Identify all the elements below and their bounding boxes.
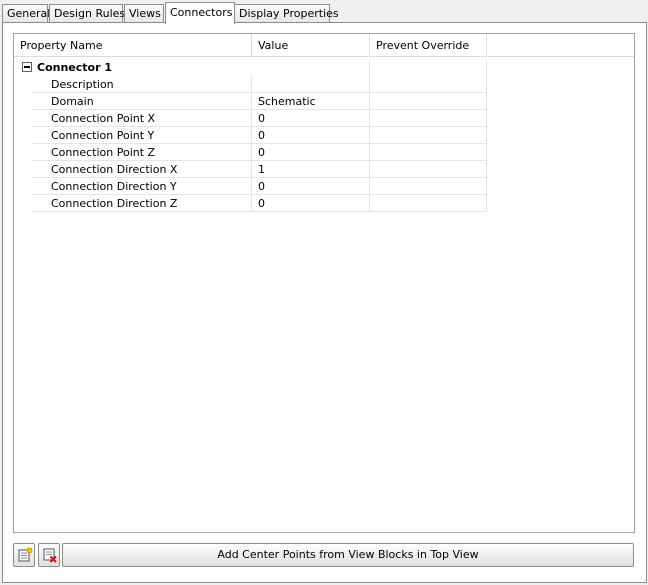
tab-label: General <box>7 7 51 20</box>
group-value-cell <box>252 59 370 76</box>
table-row[interactable]: Connection Point Z 0 <box>14 144 634 161</box>
tab-strip: General Design Rules Views Connectors Di… <box>2 2 646 24</box>
table-row[interactable]: Connection Point Y 0 <box>14 127 634 144</box>
property-grid: Property Name Value Prevent Override Con… <box>13 33 635 533</box>
property-value[interactable]: 0 <box>252 127 370 144</box>
tab-label: Views <box>129 7 161 20</box>
prevent-override-cell[interactable] <box>370 93 487 110</box>
group-prevent-cell <box>370 59 487 76</box>
prevent-override-cell[interactable] <box>370 161 487 178</box>
property-name: Connection Point X <box>32 110 252 127</box>
add-connector-icon <box>18 547 33 562</box>
group-label: Connector 1 <box>37 61 112 74</box>
property-name: Connection Point Y <box>32 127 252 144</box>
header-prevent-override[interactable]: Prevent Override <box>370 34 487 57</box>
property-value[interactable]: Schematic <box>252 93 370 110</box>
table-row[interactable]: Connection Direction Z 0 <box>14 195 634 212</box>
add-center-points-button[interactable]: Add Center Points from View Blocks in To… <box>62 543 634 567</box>
property-value[interactable]: 0 <box>252 178 370 195</box>
tab-general[interactable]: General <box>2 4 51 23</box>
tab-display-properties[interactable]: Display Properties <box>234 4 339 23</box>
tab-label: Connectors <box>170 6 233 19</box>
tab-views[interactable]: Views <box>124 4 164 23</box>
tab-label: Display Properties <box>239 7 339 20</box>
prevent-override-cell[interactable] <box>370 127 487 144</box>
collapse-icon[interactable] <box>22 62 32 72</box>
prevent-override-cell[interactable] <box>370 76 487 93</box>
property-name: Connection Point Z <box>32 144 252 161</box>
table-row[interactable]: Domain Schematic <box>14 93 634 110</box>
table-row[interactable]: Connection Point X 0 <box>14 110 634 127</box>
delete-connector-icon <box>43 548 57 563</box>
add-connector-button[interactable] <box>13 543 35 567</box>
property-value[interactable]: 0 <box>252 195 370 212</box>
property-name: Domain <box>32 93 252 110</box>
delete-connector-button[interactable] <box>38 543 60 567</box>
property-name: Connection Direction X <box>32 161 252 178</box>
prevent-override-cell[interactable] <box>370 195 487 212</box>
property-value[interactable]: 0 <box>252 144 370 161</box>
tab-label: Design Rules <box>54 7 126 20</box>
tab-connectors[interactable]: Connectors <box>165 2 235 24</box>
grid-header: Property Name Value Prevent Override <box>14 34 634 57</box>
group-row-connector-1[interactable]: Connector 1 <box>14 59 634 76</box>
prevent-override-cell[interactable] <box>370 144 487 161</box>
header-value[interactable]: Value <box>252 34 370 57</box>
tab-design-rules[interactable]: Design Rules <box>49 4 126 23</box>
property-value[interactable] <box>252 76 370 93</box>
table-row[interactable]: Connection Direction Y 0 <box>14 178 634 195</box>
table-row[interactable]: Description <box>14 76 634 93</box>
property-name: Connection Direction Y <box>32 178 252 195</box>
table-row[interactable]: Connection Direction X 1 <box>14 161 634 178</box>
prevent-override-cell[interactable] <box>370 110 487 127</box>
property-value[interactable]: 0 <box>252 110 370 127</box>
property-value[interactable]: 1 <box>252 161 370 178</box>
header-property-name[interactable]: Property Name <box>14 34 252 57</box>
property-name: Description <box>32 76 252 93</box>
property-name: Connection Direction Z <box>32 195 252 212</box>
prevent-override-cell[interactable] <box>370 178 487 195</box>
connectors-panel: Property Name Value Prevent Override Con… <box>2 22 647 583</box>
